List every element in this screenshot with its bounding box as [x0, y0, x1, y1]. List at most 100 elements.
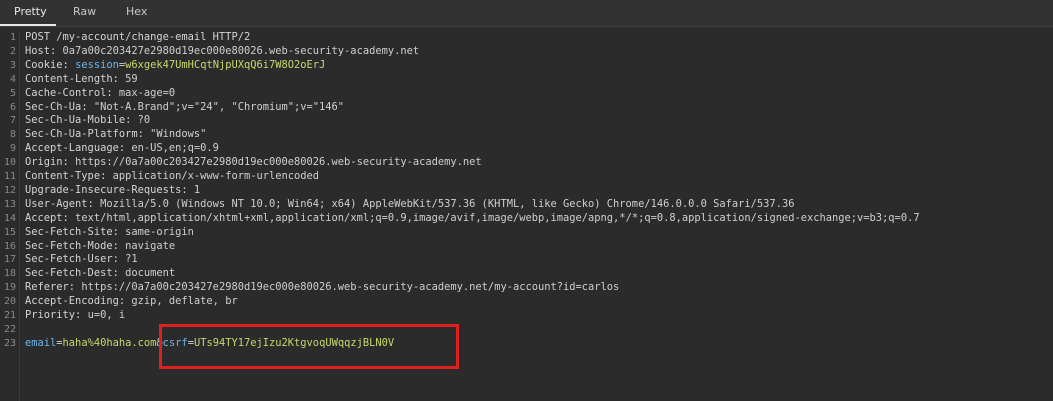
header-value: max-age=0	[118, 86, 176, 99]
line-number: 11	[3, 171, 16, 182]
body-param-value-email: haha%40haha.com	[62, 336, 157, 349]
line-number: 17	[3, 254, 16, 266]
message-editor[interactable]: 1 2 3 4 5 6 7 8 9 10 11 12 13 14 15 16 1…	[0, 31, 1053, 401]
header-value: "Windows"	[150, 128, 207, 141]
header-line: Upgrade-Insecure-Requests: 1	[25, 184, 200, 198]
line-number: 19	[3, 282, 16, 294]
header-name: Host	[25, 44, 51, 57]
header-name: Cookie	[25, 58, 63, 71]
header-value: Mozilla/5.0 (Windows NT 10.0; Win64; x64…	[100, 197, 795, 210]
header-line: Content-Type: application/x-www-form-url…	[25, 170, 319, 184]
header-separator: :	[50, 44, 63, 57]
header-value: ?0	[137, 114, 151, 127]
header-value: https://0a7a00c203427e2980d19ec000e80026…	[75, 156, 482, 169]
header-value: u=0, i	[87, 309, 126, 321]
header-value: document	[125, 267, 176, 280]
header-line: Accept-Encoding: gzip, deflate, br	[25, 295, 238, 309]
header-name: Priority	[25, 309, 76, 321]
csrf-highlight-box	[159, 324, 459, 369]
request-line: POST /my-account/change-email HTTP/2	[25, 31, 251, 43]
header-line: Cache-Control: max-age=0	[25, 87, 175, 101]
header-value: ?1	[125, 253, 138, 266]
line-number: 22	[3, 323, 16, 335]
line-number: 16	[3, 240, 16, 252]
header-line: Accept: text/html,application/xhtml+xml,…	[25, 212, 920, 226]
header-value: https://0a7a00c203427e2980d19ec000e80026…	[81, 281, 620, 294]
header-name: Content-Type	[25, 170, 101, 182]
header-separator: :	[181, 183, 194, 196]
line-number: 12	[3, 184, 16, 196]
tab-pretty[interactable]: Pretty	[0, 0, 56, 26]
header-name: Sec-Ch-Ua-Platform	[25, 128, 138, 141]
header-separator: :	[112, 225, 126, 238]
header-separator: :	[125, 114, 138, 127]
tab-raw[interactable]: Raw	[56, 0, 112, 26]
header-separator: :	[112, 72, 126, 85]
header-name: Sec-Ch-Ua	[25, 100, 82, 113]
header-line: Sec-Fetch-Site: same-origin	[25, 226, 194, 240]
line-number: 1	[9, 32, 16, 43]
header-value: 1	[193, 183, 201, 196]
header-name: Referer	[25, 281, 69, 294]
header-separator: :	[81, 100, 94, 113]
header-separator: :	[62, 211, 76, 224]
header-value: navigate	[125, 239, 176, 252]
http-request-editor-panel: Pretty Raw Hex 1 2 3 4 5 6 7 8 9 10 11 1…	[0, 0, 1053, 401]
header-name: Origin	[25, 156, 63, 169]
header-name: Sec-Fetch-Mode	[25, 239, 113, 252]
header-name: Accept-Language	[25, 142, 119, 155]
header-line: Sec-Ch-Ua-Platform: "Windows"	[25, 128, 206, 142]
line-number: 2	[9, 45, 16, 57]
line-number: 21	[3, 310, 16, 321]
line-number: 8	[9, 129, 16, 141]
header-name: Sec-Ch-Ua-Mobile	[25, 114, 126, 127]
line-number: 7	[9, 115, 16, 127]
header-name: Accept-Encoding	[25, 295, 119, 308]
header-separator: :	[62, 58, 76, 71]
header-value: en-US,en;q=0.9	[131, 142, 219, 155]
line-number: 3	[9, 59, 16, 71]
line-number: 20	[3, 296, 16, 308]
header-separator: :	[137, 128, 151, 141]
header-line: Sec-Ch-Ua-Mobile: ?0	[25, 114, 150, 128]
line-number: 10	[3, 157, 16, 169]
header-separator: :	[112, 239, 126, 252]
header-line: Accept-Language: en-US,en;q=0.9	[25, 142, 219, 156]
line-number: 6	[9, 101, 16, 113]
cookie-header-line: Cookie: session=w6xgek47UmHCqtNjpUXqQ6i7…	[25, 59, 325, 73]
header-name: Sec-Fetch-Dest	[25, 267, 113, 280]
header-line: Origin: https://0a7a00c203427e2980d19ec0…	[25, 156, 482, 170]
header-name: Sec-Fetch-User	[25, 253, 113, 266]
header-value: application/x-www-form-urlencoded	[112, 170, 320, 182]
header-line: Content-Length: 59	[25, 73, 138, 87]
header-line: Host: 0a7a00c203427e2980d19ec000e80026.w…	[25, 45, 419, 59]
line-number: 23	[3, 337, 16, 349]
header-name: Sec-Fetch-Site	[25, 225, 113, 238]
header-line: Sec-Fetch-User: ?1	[25, 253, 138, 267]
header-line: User-Agent: Mozilla/5.0 (Windows NT 10.0…	[25, 198, 794, 212]
header-value: "Not-A.Brand";v="24", "Chromium";v="146"	[93, 100, 345, 113]
tab-hex[interactable]: Hex	[112, 0, 160, 26]
line-number: 4	[9, 73, 16, 85]
header-line: Referer: https://0a7a00c203427e2980d19ec…	[25, 281, 619, 295]
view-tabs: Pretty Raw Hex	[0, 0, 1053, 27]
header-separator: :	[62, 156, 76, 169]
header-separator: :	[118, 142, 132, 155]
line-number-gutter: 1 2 3 4 5 6 7 8 9 10 11 12 13 14 15 16 1…	[0, 31, 20, 401]
header-name: Upgrade-Insecure-Requests	[25, 183, 182, 196]
header-separator: :	[87, 197, 101, 210]
header-value: same-origin	[125, 225, 194, 238]
header-name: Content-Length	[25, 72, 113, 85]
line-number: 9	[9, 143, 16, 155]
header-value: text/html,application/xhtml+xml,applicat…	[75, 211, 920, 224]
header-value: 0a7a00c203427e2980d19ec000e80026.web-sec…	[62, 44, 420, 57]
cookie-value: w6xgek47UmHCqtNjpUXqQ6i7W8O2oErJ	[125, 58, 326, 71]
header-name: Cache-Control	[25, 86, 107, 99]
header-name: Accept	[25, 211, 63, 224]
header-separator: :	[100, 170, 113, 182]
line-number: 15	[3, 226, 16, 238]
header-separator: :	[112, 253, 126, 266]
line-number: 14	[3, 212, 16, 224]
header-name: User-Agent	[25, 197, 88, 210]
line-number: 5	[9, 87, 16, 99]
